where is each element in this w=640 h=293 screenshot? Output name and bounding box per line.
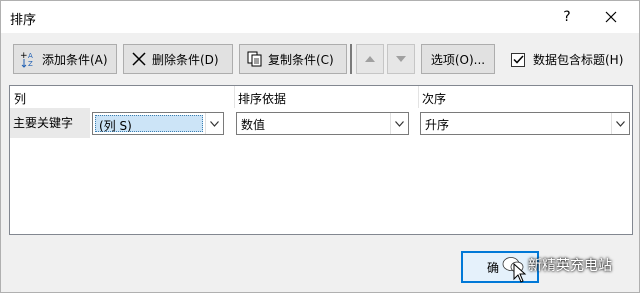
move-up-button[interactable] <box>356 44 384 74</box>
ok-label: 确 <box>487 260 500 275</box>
header-checkbox-label: 数据包含标题(H) <box>533 53 624 67</box>
svg-text:Z: Z <box>28 60 33 68</box>
sort-on-value: 数值 <box>241 118 266 132</box>
header-checkbox[interactable] <box>511 52 525 67</box>
header-divider <box>418 86 419 108</box>
grid-header: 列 排序依据 次序 <box>10 86 632 108</box>
sort-level-row[interactable]: 主要关键字 (列 S) 数值 升序 <box>10 108 632 138</box>
chevron-down-icon[interactable] <box>611 113 629 134</box>
copy-icon <box>246 50 264 68</box>
checkmark-icon <box>512 55 524 64</box>
sort-column-value: (列 S) <box>95 115 203 133</box>
dialog-title: 排序 <box>10 13 37 28</box>
close-icon <box>605 11 617 23</box>
copy-condition-button[interactable]: 复制条件(C) <box>239 44 347 74</box>
copy-condition-label: 复制条件(C) <box>268 52 334 67</box>
options-button[interactable]: 选项(O)... <box>421 44 495 74</box>
sort-on-header: 排序依据 <box>238 92 287 106</box>
delete-condition-button[interactable]: 删除条件(D) <box>123 44 233 74</box>
column-header: 列 <box>14 92 27 106</box>
order-header: 次序 <box>422 92 447 106</box>
close-button[interactable] <box>599 6 623 28</box>
order-value: 升序 <box>425 118 450 132</box>
arrow-up-icon <box>365 56 375 62</box>
svg-text:A: A <box>28 52 33 60</box>
toolbar-separator <box>350 44 352 74</box>
sort-dialog: 排序 ? + A Z 添加条件(A) 删除条件(D) 复制条件(C) 选项(O)… <box>0 0 640 293</box>
move-down-button[interactable] <box>387 44 415 74</box>
add-sort-icon: + A Z <box>20 50 38 68</box>
help-button[interactable]: ? <box>555 6 579 28</box>
watermark-text: 新精英充电站 <box>528 258 612 274</box>
sort-on-select[interactable]: 数值 <box>236 112 409 135</box>
sort-levels-grid: 列 排序依据 次序 主要关键字 (列 S) 数值 升序 <box>9 85 633 235</box>
chevron-down-icon[interactable] <box>390 113 408 134</box>
toolbar: + A Z 添加条件(A) 删除条件(D) 复制条件(C) 选项(O)... 数… <box>1 44 640 74</box>
row-label: 主要关键字 <box>10 108 90 138</box>
arrow-down-icon <box>396 56 406 62</box>
header-checkbox-group[interactable]: 数据包含标题(H) <box>511 51 623 68</box>
chevron-down-icon[interactable] <box>205 113 223 134</box>
order-select[interactable]: 升序 <box>420 112 630 135</box>
title-bar: 排序 ? <box>1 1 639 33</box>
header-divider <box>234 86 235 108</box>
mouse-cursor-icon <box>513 263 527 283</box>
delete-icon <box>130 50 148 68</box>
sort-column-select[interactable]: (列 S) <box>92 112 224 135</box>
delete-condition-label: 删除条件(D) <box>152 52 219 67</box>
add-condition-button[interactable]: + A Z 添加条件(A) <box>13 44 117 74</box>
add-condition-label: 添加条件(A) <box>42 52 108 67</box>
